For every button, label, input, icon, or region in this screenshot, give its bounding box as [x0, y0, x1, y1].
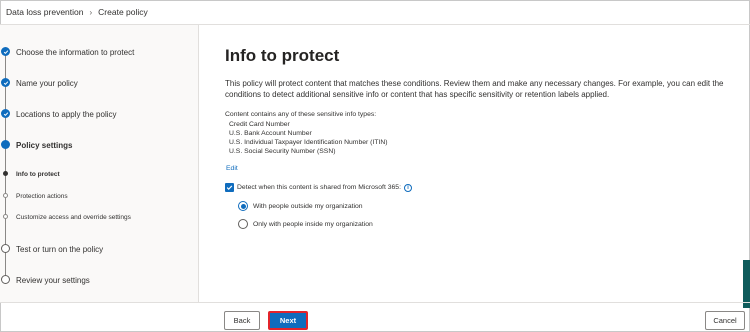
back-button[interactable]: Back — [224, 311, 260, 330]
detect-shared-label[interactable]: Detect when this content is shared from … — [237, 184, 401, 191]
wizard-step-test-or-turn-on[interactable]: Test or turn on the policy — [0, 244, 199, 254]
radio-outside-org[interactable]: With people outside my organization — [238, 201, 363, 211]
wizard-step-label: Customize access and override settings — [16, 213, 131, 221]
wizard-substep-customize-access[interactable]: Customize access and override settings — [0, 213, 199, 221]
wizard-step-review[interactable]: Review your settings — [0, 275, 199, 285]
radio-label[interactable]: Only with people inside my organization — [253, 221, 373, 228]
page-title: Info to protect — [225, 46, 340, 65]
checkmark-icon — [1, 78, 10, 87]
breadcrumb-current: Create policy — [98, 7, 148, 17]
edit-conditions-link[interactable]: Edit — [226, 165, 238, 172]
wizard-step-label: Name your policy — [16, 78, 78, 88]
cancel-button[interactable]: Cancel — [705, 311, 745, 330]
breadcrumb: Data loss prevention › Create policy — [6, 4, 148, 20]
wizard-step-choose-info[interactable]: Choose the information to protect — [0, 47, 199, 57]
list-item: U.S. Social Security Number (SSN) — [229, 148, 336, 155]
wizard-step-name-policy[interactable]: Name your policy — [0, 78, 199, 88]
wizard-step-label: Test or turn on the policy — [16, 244, 104, 254]
sensitive-info-types-list: Credit Card Number U.S. Bank Account Num… — [229, 120, 388, 156]
radio-label[interactable]: With people outside my organization — [253, 203, 363, 210]
main-panel: Info to protect This policy will protect… — [200, 25, 750, 302]
wizard-steps: Choose the information to protect Name y… — [0, 25, 199, 302]
detect-shared-checkbox-row: Detect when this content is shared from … — [225, 183, 412, 192]
checkmark-icon — [226, 185, 233, 190]
wizard-step-label: Review your settings — [16, 275, 90, 285]
wizard-step-policy-settings[interactable]: Policy settings — [0, 140, 199, 150]
wizard-step-label: Protection actions — [16, 192, 68, 200]
conditions-heading: Content contains any of these sensitive … — [225, 111, 377, 118]
pending-step-icon — [1, 244, 10, 253]
detect-shared-checkbox[interactable] — [225, 183, 234, 192]
wizard-step-label: Locations to apply the policy — [16, 109, 117, 119]
pending-step-icon — [1, 275, 10, 284]
info-icon[interactable]: i — [403, 183, 412, 192]
substep-pending-icon — [3, 193, 8, 198]
breadcrumb-dlp-link[interactable]: Data loss prevention — [6, 7, 84, 17]
current-step-icon — [1, 140, 10, 149]
page-description: This policy will protect content that ma… — [225, 79, 724, 99]
radio-button[interactable] — [238, 219, 248, 229]
wizard-step-label: Info to protect — [16, 170, 60, 178]
wizard-step-label: Choose the information to protect — [16, 47, 135, 57]
wizard-substep-info-to-protect[interactable]: Info to protect — [0, 170, 199, 178]
substep-pending-icon — [3, 214, 8, 219]
checkmark-icon — [1, 109, 10, 118]
wizard-substep-protection-actions[interactable]: Protection actions — [0, 192, 199, 200]
chevron-right-icon: › — [89, 7, 93, 17]
wizard-step-label: Policy settings — [16, 140, 73, 150]
list-item: U.S. Individual Taxpayer Identification … — [229, 139, 388, 146]
side-feedback-tab[interactable] — [743, 260, 750, 308]
radio-inside-org[interactable]: Only with people inside my organization — [238, 219, 373, 229]
list-item: U.S. Bank Account Number — [229, 130, 312, 137]
wizard-step-locations[interactable]: Locations to apply the policy — [0, 109, 199, 119]
radio-button-selected[interactable] — [238, 201, 248, 211]
list-item: Credit Card Number — [229, 121, 290, 128]
substep-current-icon — [3, 171, 8, 176]
next-button[interactable]: Next — [268, 311, 308, 330]
checkmark-icon — [1, 47, 10, 56]
footer-divider — [0, 302, 750, 303]
